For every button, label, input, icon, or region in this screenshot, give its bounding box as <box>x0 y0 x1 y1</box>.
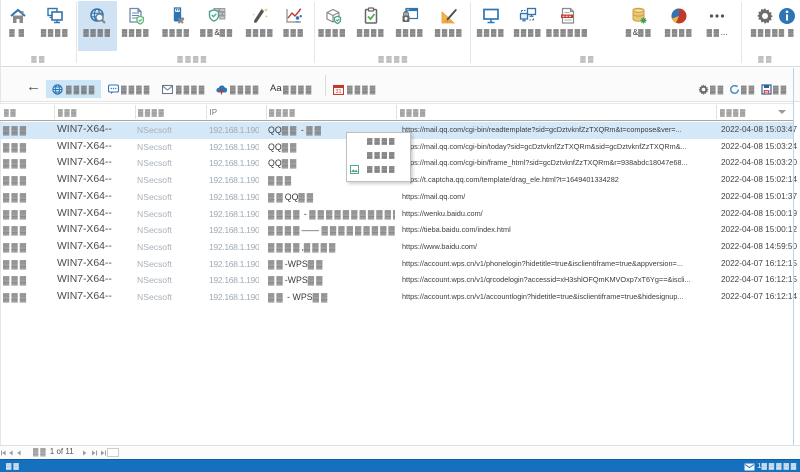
svg-text:31: 31 <box>335 89 341 95</box>
